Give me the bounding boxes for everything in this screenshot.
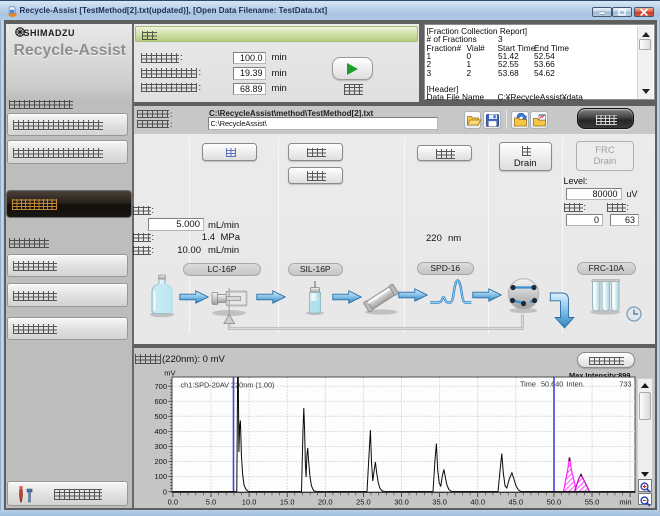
- svg-text:Inten.: Inten.: [566, 380, 584, 389]
- svg-text:0.0: 0.0: [167, 498, 177, 507]
- svg-text:200: 200: [154, 457, 167, 466]
- svg-text:15.0: 15.0: [279, 498, 294, 507]
- svg-text:35.0: 35.0: [432, 498, 447, 507]
- svg-text:50.640: 50.640: [541, 380, 563, 389]
- svg-text:Time: Time: [520, 380, 536, 389]
- svg-text:0: 0: [162, 487, 166, 496]
- svg-text:min: min: [619, 498, 631, 507]
- svg-text:400: 400: [154, 427, 167, 436]
- svg-text:10.0: 10.0: [241, 498, 256, 507]
- svg-text:733: 733: [619, 380, 631, 389]
- svg-text:700: 700: [154, 382, 167, 391]
- svg-text:300: 300: [154, 442, 167, 451]
- svg-text:600: 600: [154, 397, 167, 406]
- svg-text:mV: mV: [164, 369, 175, 378]
- svg-text:50.0: 50.0: [546, 498, 561, 507]
- svg-text:55.0: 55.0: [584, 498, 599, 507]
- svg-text:30.0: 30.0: [394, 498, 409, 507]
- svg-text:500: 500: [154, 412, 167, 421]
- svg-text:45.0: 45.0: [508, 498, 523, 507]
- svg-text:5.0: 5.0: [205, 498, 215, 507]
- svg-text:100: 100: [154, 472, 167, 481]
- svg-text:20.0: 20.0: [317, 498, 332, 507]
- svg-text:40.0: 40.0: [470, 498, 485, 507]
- svg-text:25.0: 25.0: [356, 498, 371, 507]
- svg-text:ch1:SPD-20AV 220nm (1.00): ch1:SPD-20AV 220nm (1.00): [180, 381, 274, 390]
